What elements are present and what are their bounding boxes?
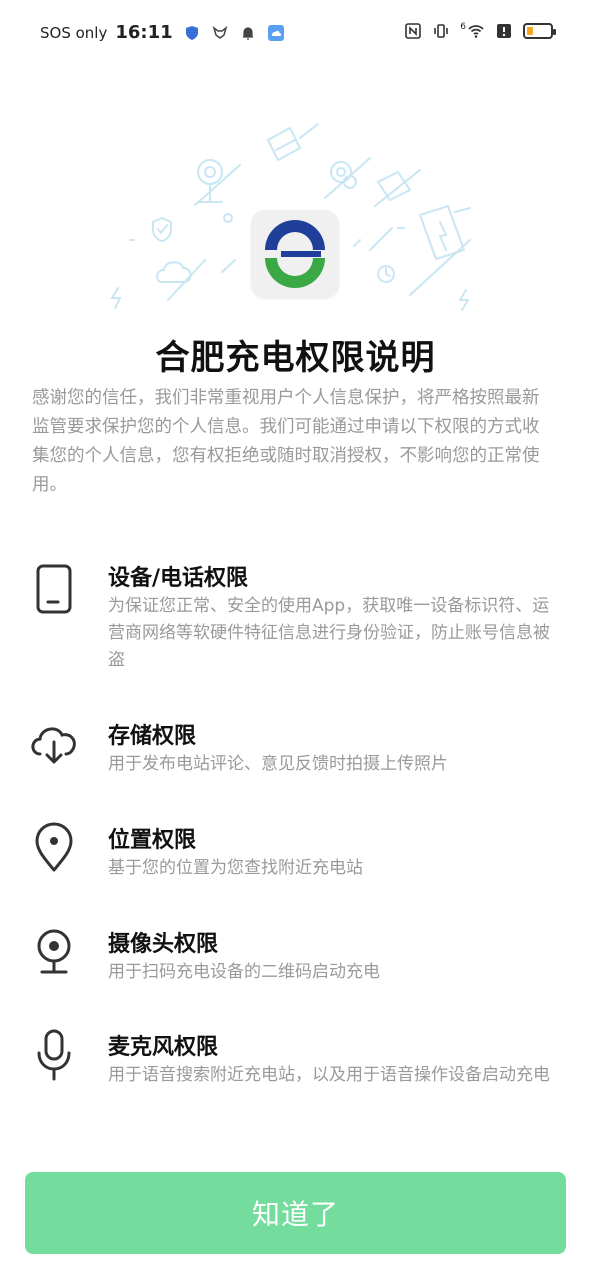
app-logo: [251, 210, 339, 298]
permission-title: 存储权限: [108, 724, 197, 749]
permission-desc: 用于发布电站评论、意见反馈时拍摄上传照片: [108, 754, 448, 774]
app-logo-mark-icon: [265, 220, 325, 288]
camera-icon: [37, 929, 71, 974]
alert-icon: [497, 24, 511, 38]
fox-icon: [212, 25, 227, 39]
status-bar: SOS only 16:11 6: [0, 0, 591, 66]
permission-desc: 为保证您正常、安全的使用App，获取唯一设备标识符、运营商网络等软硬件特征信息进…: [108, 596, 550, 670]
permission-desc: 用于语音搜索附近充电站，以及用于语音操作设备启动充电: [108, 1065, 550, 1085]
vibrate-icon: [434, 24, 449, 38]
battery-icon: [523, 23, 556, 39]
bell-icon: [242, 26, 253, 40]
confirm-button[interactable]: 知道了: [25, 1172, 566, 1254]
wifi-icon: [468, 25, 484, 38]
phone-device-icon: [36, 564, 72, 614]
nfc-icon: [405, 23, 422, 39]
weather-icon: [267, 24, 284, 41]
cloud-download-icon: [31, 727, 76, 764]
microphone-icon: [37, 1029, 71, 1081]
intro-text: 感谢您的信任，我们非常重视用户个人信息保护，将严格按照最新监管要求保护您的个人信…: [32, 388, 540, 495]
network-badge: 6: [460, 22, 466, 32]
permission-title: 麦克风权限: [108, 1035, 219, 1060]
permission-title: 摄像头权限: [108, 932, 219, 957]
permission-title: 设备/电话权限: [108, 566, 249, 591]
clock: 16:11: [115, 22, 173, 43]
permission-title: 位置权限: [108, 828, 197, 853]
shield-icon: [185, 25, 198, 40]
carrier-label: SOS only: [40, 23, 108, 42]
permission-desc: 基于您的位置为您查找附近充电站: [108, 858, 363, 878]
location-pin-icon: [35, 822, 73, 872]
dialog-title: 合肥充电权限说明: [155, 338, 436, 378]
permission-desc: 用于扫码充电设备的二维码启动充电: [108, 962, 380, 982]
